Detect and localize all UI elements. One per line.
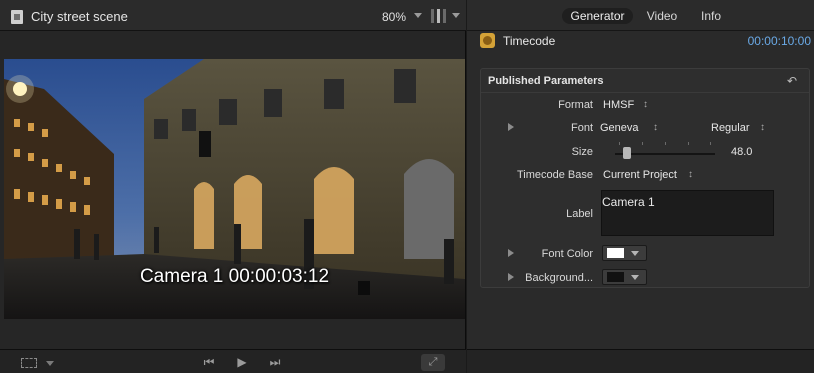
timecode-base-updown-icon[interactable]: ↕ (688, 170, 693, 180)
inspector-footer (467, 349, 814, 373)
size-slider-ticks (619, 142, 711, 146)
font-color-chevron-down-icon[interactable] (631, 251, 639, 256)
size-slider-knob[interactable] (623, 147, 631, 159)
fullscreen-icon[interactable]: ⤢ (421, 354, 445, 371)
crop-icon[interactable] (21, 358, 37, 368)
play-icon[interactable]: ▶ (226, 353, 258, 372)
tab-video[interactable]: Video (639, 8, 685, 24)
background-color-well[interactable] (602, 269, 647, 285)
format-popup[interactable]: HMSF (603, 99, 634, 111)
zoom-level[interactable]: 80% (382, 10, 406, 24)
background-label: Background... (525, 272, 593, 284)
transport-controls: ⏮ ▶ ⏭ (193, 353, 291, 372)
background-disclosure-icon[interactable] (508, 273, 514, 281)
size-value[interactable]: 48.0 (731, 146, 752, 158)
params-header: Published Parameters ↶ (481, 69, 809, 93)
inspector: Generator Video Info Timecode 00:00:10:0… (467, 0, 814, 373)
video-frame: Camera 1 00:00:03:12 (4, 59, 465, 319)
size-label: Size (571, 146, 593, 158)
tab-info[interactable]: Info (691, 8, 731, 24)
font-disclosure-icon[interactable] (508, 123, 514, 131)
previous-frame-icon[interactable]: ⏮ (193, 353, 225, 372)
font-label: Font (570, 122, 593, 134)
reset-icon[interactable]: ↶ (787, 74, 797, 88)
timecode-base-label: Timecode Base (516, 169, 593, 181)
zoom-chevron-down-icon[interactable] (414, 13, 422, 18)
generator-name: Timecode (503, 34, 556, 48)
background-color-chip (607, 272, 624, 282)
next-frame-icon[interactable]: ⏭ (259, 353, 291, 372)
font-color-disclosure-icon[interactable] (508, 249, 514, 257)
clip-icon (11, 10, 23, 24)
font-style-updown-icon[interactable]: ↕ (760, 123, 765, 133)
timecode-base-popup[interactable]: Current Project (603, 169, 677, 181)
font-color-well[interactable] (602, 245, 647, 261)
label-text-value[interactable]: Camera 1 (602, 195, 655, 209)
generator-header: Timecode 00:00:10:00 (467, 31, 814, 51)
font-family-popup[interactable]: Geneva (600, 122, 639, 134)
inspector-tabs: Generator Video Info (467, 0, 814, 31)
font-family-updown-icon[interactable]: ↕ (653, 123, 658, 133)
clip-title: City street scene (31, 9, 128, 24)
font-color-label: Font Color (541, 248, 593, 260)
background-chevron-down-icon[interactable] (631, 275, 639, 280)
tab-generator[interactable]: Generator (562, 8, 633, 24)
format-label: Format (558, 99, 593, 111)
font-style-popup[interactable]: Regular (711, 122, 750, 134)
view-chevron-down-icon[interactable] (452, 13, 460, 18)
viewer: City street scene 80% Camera 1 00:00:03:… (0, 0, 466, 373)
viewer-footer: ⏮ ▶ ⏭ ⤢ (0, 349, 466, 373)
format-updown-icon[interactable]: ↕ (643, 100, 648, 110)
view-switch-icon[interactable] (427, 9, 449, 23)
font-color-chip (607, 248, 624, 258)
burned-in-timecode: Camera 1 00:00:03:12 (139, 266, 330, 287)
published-parameters-panel: Published Parameters ↶ Format HMSF ↕ Fon… (480, 68, 810, 288)
label-text-field[interactable]: Camera 1 (601, 190, 774, 236)
crop-chevron-down-icon[interactable] (46, 361, 54, 366)
generator-icon (480, 33, 495, 48)
params-title: Published Parameters (488, 75, 604, 87)
label-label: Label (566, 208, 593, 220)
generator-duration[interactable]: 00:00:10:00 (748, 34, 811, 48)
viewer-header: City street scene 80% (0, 0, 466, 31)
